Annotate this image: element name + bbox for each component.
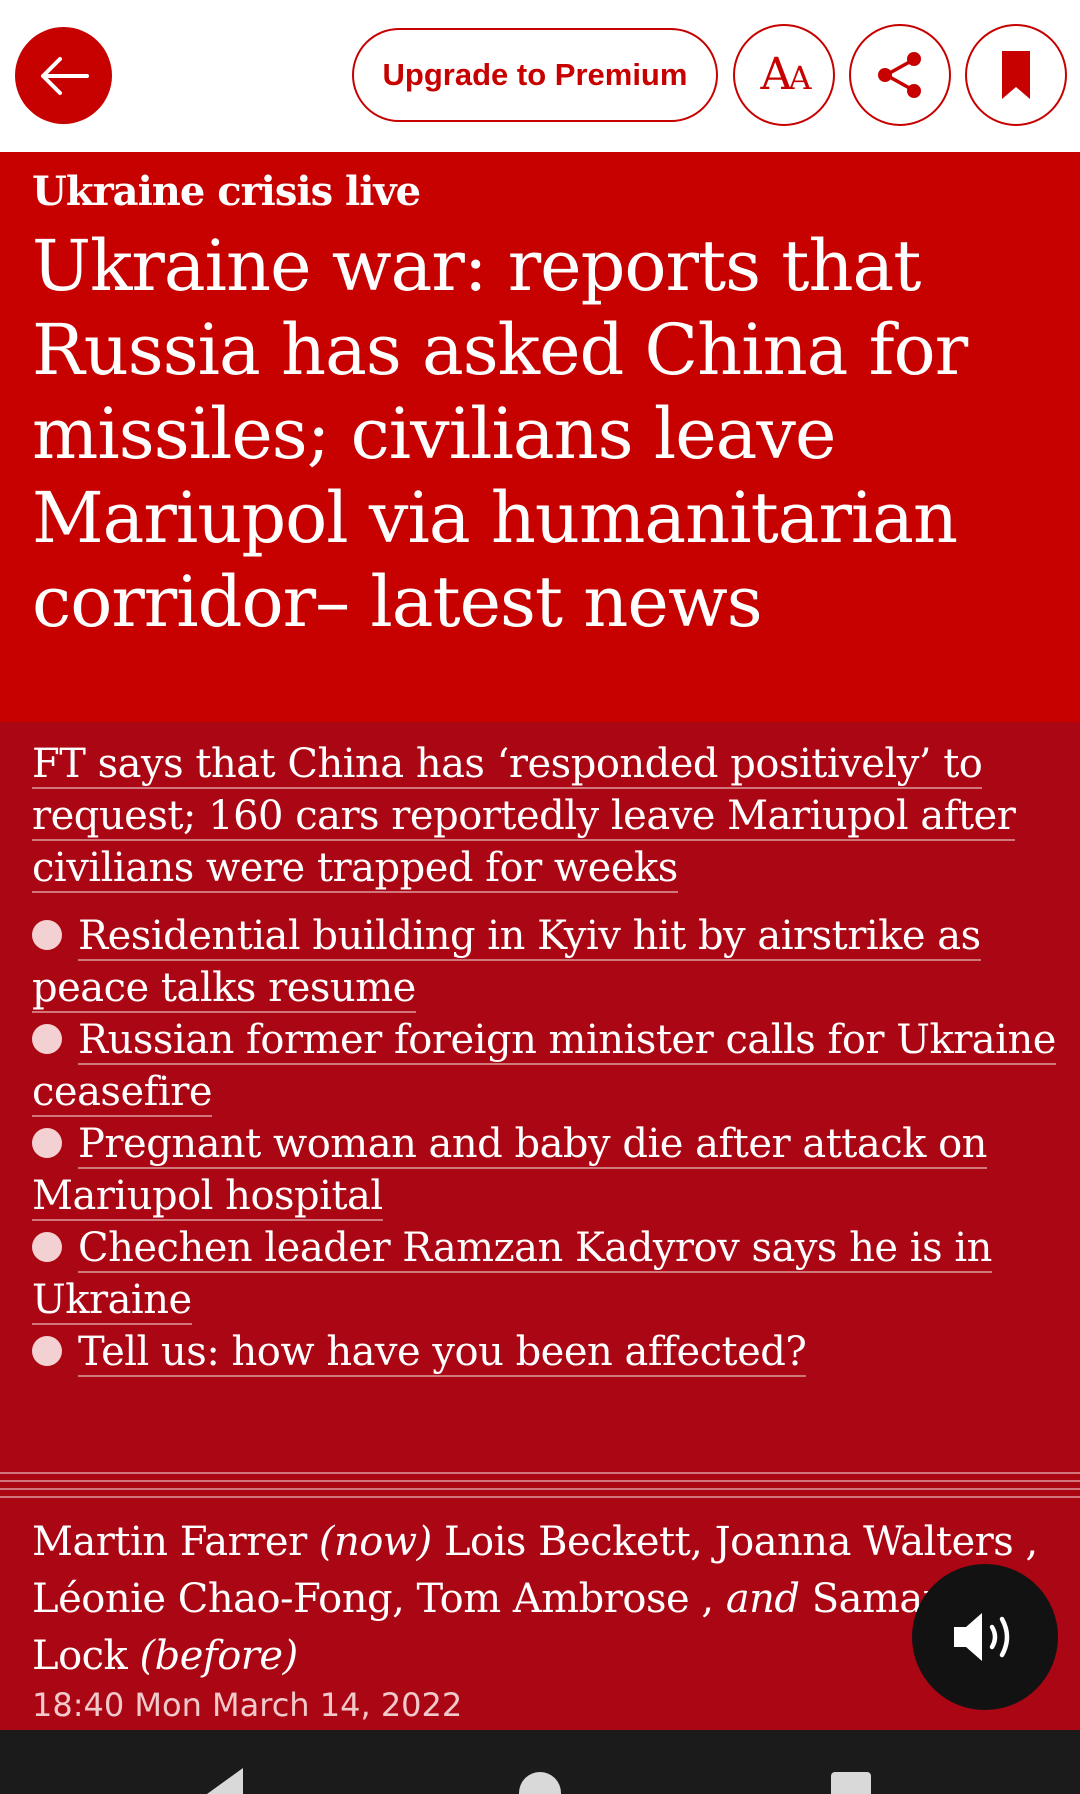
bullet-dot-icon [32,1336,62,1366]
before-label: (before) [139,1633,299,1679]
bookmark-icon [1002,51,1030,99]
bullet-dot-icon [32,920,62,950]
key-event-item[interactable]: Pregnant woman and baby die after attack… [32,1118,1062,1222]
article-kicker: Ukraine crisis live [32,168,421,215]
author-name[interactable]: Joanna Walters [715,1519,1014,1565]
key-event-item[interactable]: Tell us: how have you been affected? [32,1326,1062,1378]
and-label: and [725,1576,800,1622]
article-standfirst: FT says that China has ‘responded positi… [32,738,1052,894]
separator: , [1013,1519,1039,1565]
author-name[interactable]: Tom Ambrose [417,1576,690,1622]
key-event-item[interactable]: Residential building in Kyiv hit by airs… [32,910,1062,1014]
divider-line [0,1496,1080,1498]
key-event-link[interactable]: Tell us: how have you been affected? [78,1329,807,1377]
divider-line [0,1488,1080,1490]
standfirst-text: FT says that China has ‘responded positi… [32,741,1016,893]
key-event-link[interactable]: Russian former foreign minister calls fo… [32,1017,1056,1117]
listen-audio-button[interactable] [912,1564,1058,1710]
author-name[interactable]: Lois Beckett, [444,1519,703,1565]
key-event-link[interactable]: Residential building in Kyiv hit by airs… [32,913,981,1013]
separator: , [689,1576,714,1622]
upgrade-premium-button[interactable]: Upgrade to Premium [352,28,718,122]
text-size-icon: AA [760,49,812,100]
share-icon [878,52,921,98]
key-events-list: Residential building in Kyiv hit by airs… [32,910,1062,1378]
nav-back-icon[interactable] [205,1768,245,1794]
upgrade-premium-label: Upgrade to Premium [382,57,688,92]
bookmark-button[interactable] [965,24,1067,126]
bullet-dot-icon [32,1128,62,1158]
key-event-item[interactable]: Chechen leader Ramzan Kadyrov says he is… [32,1222,1062,1326]
publish-timestamp: 18:40 Mon March 14, 2022 [32,1686,463,1724]
nav-home-icon[interactable] [519,1772,561,1794]
article-headline: Ukraine war: reports that Russia has ask… [32,225,968,643]
author-name[interactable]: Martin Farrer [32,1519,307,1565]
top-toolbar: Upgrade to Premium AA [0,0,1080,152]
now-label: (now) [318,1519,432,1565]
bullet-dot-icon [32,1024,62,1054]
arrow-left-icon [40,56,89,95]
text-size-button[interactable]: AA [733,24,835,126]
divider-line [0,1480,1080,1482]
share-button[interactable] [849,24,951,126]
key-event-link[interactable]: Chechen leader Ramzan Kadyrov says he is… [32,1225,992,1325]
nav-recents-icon[interactable] [831,1772,871,1794]
system-nav-bar [0,1730,1080,1794]
key-event-link[interactable]: Pregnant woman and baby die after attack… [32,1121,987,1221]
byline: Martin Farrer (now) Lois Beckett, Joanna… [32,1514,1052,1685]
key-event-item[interactable]: Russian former foreign minister calls fo… [32,1014,1062,1118]
back-button[interactable] [15,27,112,124]
headline-block: Ukraine crisis live Ukraine war: reports… [0,152,1080,722]
bullet-dot-icon [32,1232,62,1262]
divider-line [0,1472,1080,1474]
author-name[interactable]: Léonie Chao-Fong, [32,1576,405,1622]
speaker-icon [954,1613,1010,1661]
